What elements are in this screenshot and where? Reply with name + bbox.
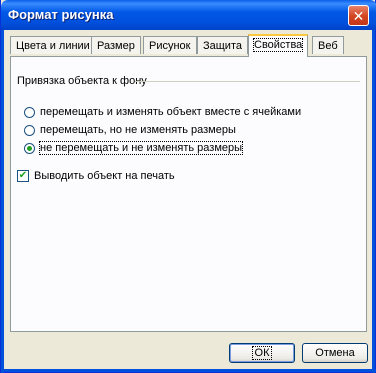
radio-move-no-size[interactable]: перемещать, но не изменять размеры: [24, 123, 236, 137]
checkbox-label: Выводить объект на печать: [34, 170, 175, 182]
tab-label: Свойства: [252, 38, 304, 52]
title-bar[interactable]: Формат рисунка ✕: [1, 0, 376, 30]
window-border-right: [372, 30, 375, 373]
radio-label: перемещать и изменять объект вместе с яч…: [40, 106, 302, 118]
tab-properties[interactable]: Свойства: [248, 34, 309, 57]
properties-panel: Привязка объекта к фону перемещать и изм…: [10, 56, 367, 332]
radio-button[interactable]: [24, 124, 35, 136]
print-object-checkbox-row[interactable]: ✔ Выводить объект на печать: [17, 169, 175, 183]
ok-button[interactable]: ОК: [229, 343, 295, 363]
group-label: Привязка объекта к фону: [17, 75, 147, 87]
window-title: Формат рисунка: [8, 7, 114, 22]
cancel-button[interactable]: Отмена: [302, 343, 368, 363]
window-border-bottom: [1, 369, 376, 372]
tab-web[interactable]: Веб: [312, 36, 344, 54]
print-object-checkbox[interactable]: ✔: [17, 170, 29, 182]
tab-label: Рисунок: [149, 40, 191, 52]
window-border-left: [1, 30, 4, 373]
radio-button[interactable]: [24, 106, 35, 118]
cancel-button-label: Отмена: [315, 347, 355, 359]
radio-move-and-size[interactable]: перемещать и изменять объект вместе с яч…: [24, 105, 301, 119]
radio-label: перемещать, но не изменять размеры: [40, 124, 236, 136]
group-divider: [135, 81, 360, 82]
tab-colors-lines[interactable]: Цвета и линии: [10, 36, 96, 54]
radio-no-move-no-size[interactable]: не перемещать и не изменять размеры: [24, 141, 244, 155]
close-icon: ✕: [352, 7, 365, 24]
close-button[interactable]: ✕: [348, 5, 369, 26]
tab-protection[interactable]: Защита: [197, 36, 248, 54]
tab-picture[interactable]: Рисунок: [143, 36, 197, 54]
dialog-window: Формат рисунка ✕ Цвета и линии Размер Ри…: [0, 0, 376, 373]
radio-label: не перемещать и не изменять размеры: [38, 141, 244, 155]
tab-label: Веб: [318, 40, 338, 52]
tab-label: Цвета и линии: [16, 40, 90, 52]
tab-label: Размер: [97, 40, 135, 52]
radio-button-selected[interactable]: [24, 142, 35, 154]
tab-label: Защита: [203, 40, 242, 52]
ok-button-label: ОК: [251, 346, 273, 360]
tab-size[interactable]: Размер: [91, 36, 141, 54]
checkmark-icon: ✔: [18, 170, 28, 181]
